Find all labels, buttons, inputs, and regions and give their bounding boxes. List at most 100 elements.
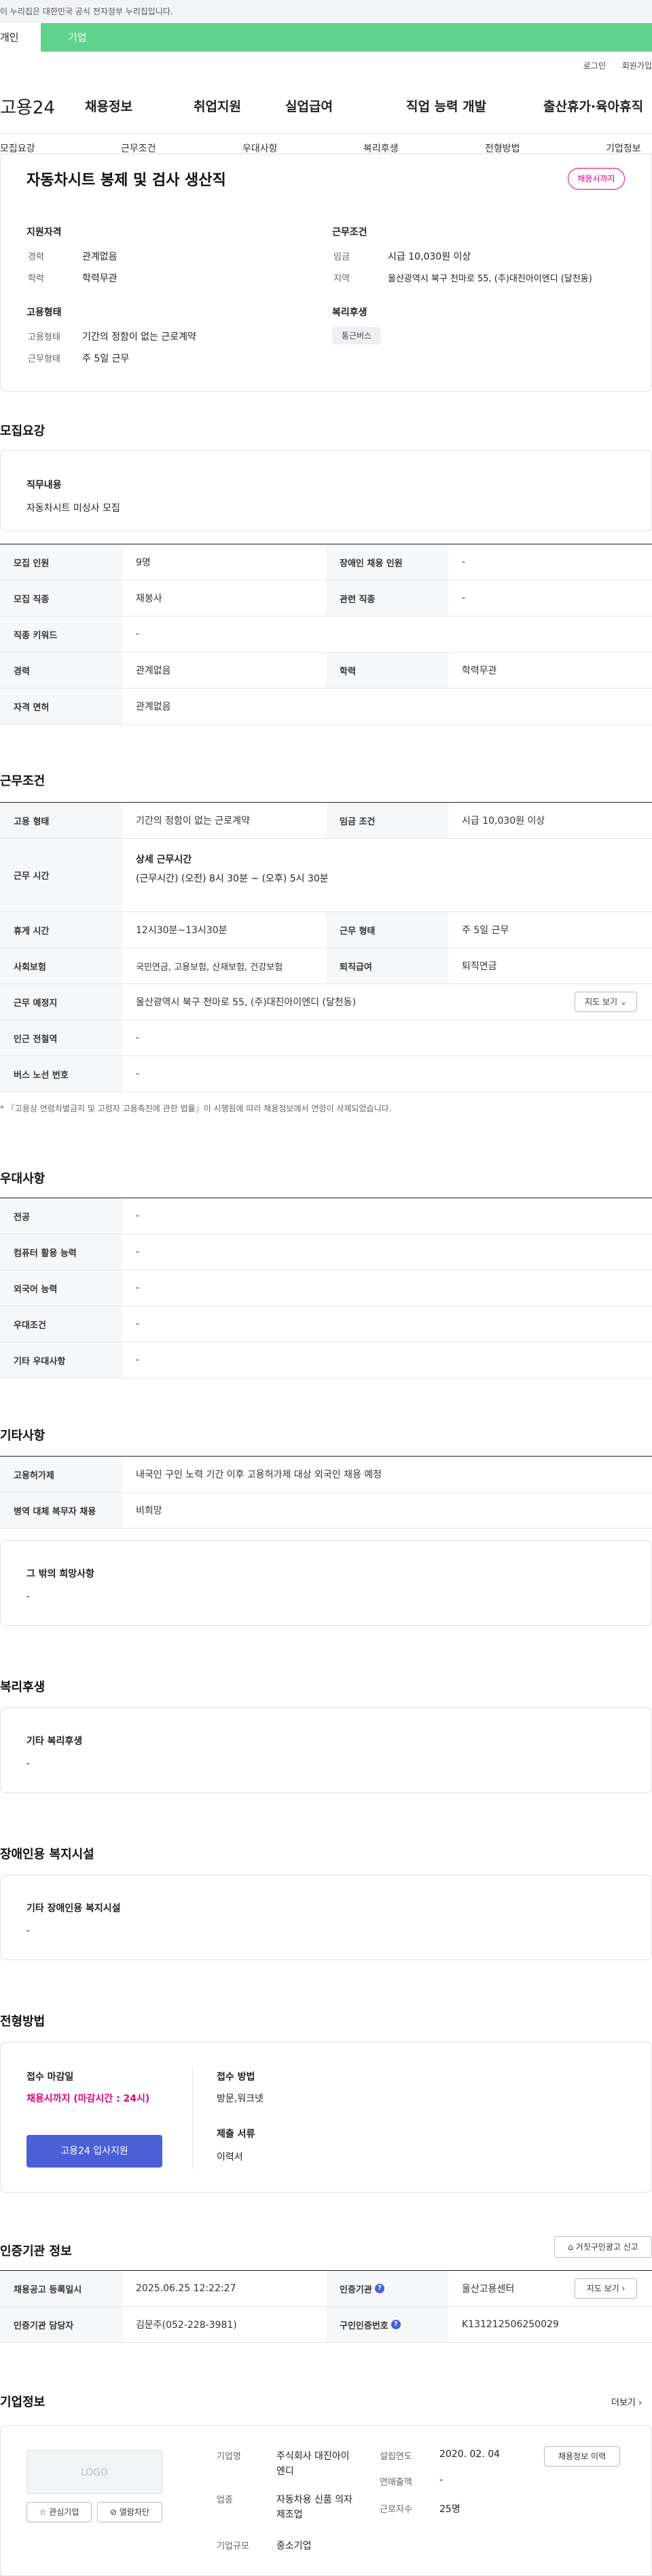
tab-company[interactable]: 기업 <box>68 23 87 52</box>
table-header: 근무 시간 <box>0 839 122 911</box>
gov-banner-text: 이 누리집은 대한민국 공식 전자정부 누리집입니다. <box>0 7 173 16</box>
nav-company[interactable]: 기업정보 <box>606 141 641 155</box>
welfare-title: 복리후생 <box>332 307 367 318</box>
table-header: 임금 조건 <box>326 803 448 838</box>
sales-value: - <box>439 2475 443 2486</box>
nav-recruit[interactable]: 모집요강 <box>0 141 35 155</box>
info-icon[interactable]: ? <box>391 2320 401 2329</box>
report-button[interactable]: ⌂ 거짓구인광고 신고 <box>554 2236 652 2258</box>
table-header: 근무 형태 <box>326 912 448 947</box>
fav-company-button[interactable]: ☆ 관심기업 <box>26 2502 92 2522</box>
table-row: 채용공고 등록일시 2025.06.25 12:22:27 인증기관? 울산고용… <box>0 2271 652 2307</box>
login-link[interactable]: 로그인 <box>583 61 606 71</box>
table-cell: - <box>136 1319 140 1329</box>
preference-table: 전공 - 컴퓨터 활용 능력 - 외국어 능력 - 우대조건 - 기타 우대사항… <box>0 1198 652 1378</box>
table-row: 경력 관계없음 학력 학력무관 <box>0 652 652 689</box>
hours-subtitle: 상세 근무시간 <box>136 854 192 865</box>
chevron-right-icon: › <box>621 2284 626 2293</box>
gnb-item-jobs[interactable]: 채용정보 <box>85 97 132 115</box>
table-header: 고용허가제 <box>0 1457 122 1492</box>
table-cell: 관계없음 <box>136 665 171 676</box>
nav-welfare[interactable]: 복리후생 <box>363 141 399 155</box>
cert-heading: 인증기관 정보 <box>0 2244 72 2259</box>
apply-button[interactable]: 고용24 입사지원 <box>26 2135 162 2168</box>
portal-tab-bar <box>0 23 652 52</box>
career-value: 관계없음 <box>82 251 117 262</box>
table-cell: 학력무관 <box>462 665 497 676</box>
table-cell: 2025.06.25 12:22:27 <box>136 2283 236 2294</box>
company-logo: LOGO <box>26 2450 162 2494</box>
gnb-item-support[interactable]: 취업지원 <box>194 97 241 115</box>
welfare-chip: 통근버스 <box>332 327 381 345</box>
gnb-item-training[interactable]: 직업 능력 개발 <box>406 97 486 115</box>
cert-table: 채용공고 등록일시 2025.06.25 12:22:27 인증기관? 울산고용… <box>0 2270 652 2343</box>
util-bar: 로그인 회원가입 <box>570 60 652 71</box>
block-label: 열람차단 <box>119 2507 150 2517</box>
info-icon[interactable]: ? <box>374 2284 384 2293</box>
table-header: 관련 직종 <box>326 580 448 616</box>
history-button[interactable]: 채용정보 이력 <box>544 2446 620 2467</box>
chevron-down-icon: ⌄ <box>619 997 627 1007</box>
fav-label: 관심기업 <box>49 2507 79 2517</box>
other-wish-title: 그 밖의 희망사항 <box>26 1569 94 1580</box>
conditions-heading: 근무조건 <box>0 774 46 788</box>
table-cell: 기간의 정함이 없는 근로계약 <box>136 816 250 826</box>
table-row: 사회보험 국민연금, 고용보험, 산재보험, 건강보험 퇴직급여 퇴직연금 <box>0 948 652 984</box>
site-logo[interactable]: 고용24 <box>0 94 55 119</box>
gov-banner: 이 누리집은 대한민국 공식 전자정부 누리집입니다. <box>0 0 652 23</box>
docs-value: 이력서 <box>217 2152 243 2163</box>
map-button[interactable]: 지도 보기 ⌄ <box>575 992 637 1012</box>
table-cell: 재봉사 <box>136 593 162 604</box>
docs-title: 제출 서류 <box>217 2129 255 2140</box>
table-header: 모집 인원 <box>0 544 122 580</box>
method-value: 방문,워크넷 <box>217 2093 264 2104</box>
cert-no-label: 구인인증번호 <box>340 2320 388 2331</box>
table-row: 모집 인원 9명 장애인 채용 인원 - <box>0 544 652 580</box>
staff-label: 근로자수 <box>380 2505 412 2515</box>
table-cell: - <box>136 1283 140 1293</box>
table-cell: - <box>136 1211 140 1221</box>
table-header: 직종 키워드 <box>0 616 122 652</box>
agency-map-button-label: 지도 보기 <box>586 2284 619 2293</box>
emp-type-label: 고용형태 <box>28 332 60 343</box>
recruit-heading: 모집요강 <box>0 424 46 438</box>
emp-type-value: 기간의 정함이 없는 근로계약 <box>82 332 196 343</box>
table-row: 자격 면허 관계없음 <box>0 689 652 725</box>
gnb-item-leave[interactable]: 출산휴가·육아휴직 <box>543 97 643 115</box>
work-type-value: 주 5일 근무 <box>82 353 130 364</box>
table-header: 병역 대체 복무자 채용 <box>0 1493 122 1528</box>
duty-title: 직무내용 <box>26 480 62 491</box>
table-cell: - <box>136 1032 140 1043</box>
map-button-label: 지도 보기 <box>585 997 618 1007</box>
agency-map-button[interactable]: 지도 보기 › <box>575 2278 637 2299</box>
company-box: LOGO ☆ 관심기업 ⊘ 열람차단 기업명 주식회사 대진아이엔디 업종 자동… <box>0 2425 652 2576</box>
signup-link[interactable]: 회원가입 <box>622 61 652 71</box>
table-header: 휴게 시간 <box>0 912 122 947</box>
table-header: 장애인 채용 인원 <box>326 544 448 580</box>
table-cell: 김문주(052-228-3981) <box>136 2320 237 2331</box>
nav-selection[interactable]: 전형방법 <box>485 141 520 155</box>
table-row: 휴게 시간 12시30분~13시30분 근무 형태 주 5일 근무 <box>0 912 652 948</box>
table-row: 근무 시간 상세 근무시간 (근무시간) (오전) 8시 30분 ~ (오후) … <box>0 839 652 912</box>
company-heading: 기업정보 <box>0 2395 46 2409</box>
gnb-item-benefit[interactable]: 실업급여 <box>285 97 333 115</box>
table-header: 고용 형태 <box>0 803 122 838</box>
welfare-box-title: 기타 복리후생 <box>26 1736 83 1747</box>
table-cell: K131212506250029 <box>462 2319 559 2330</box>
report-button-label: 거짓구인광고 신고 <box>575 2242 638 2252</box>
table-cell: 퇴직연금 <box>462 961 497 972</box>
table-header: 전공 <box>0 1198 122 1234</box>
table-row: 근무 예정지 울산광역시 북구 천마로 55, (주)대진아이엔디 (달천동) … <box>0 984 652 1020</box>
career-label: 경력 <box>28 252 44 262</box>
table-header: 자격 면허 <box>0 689 122 724</box>
block-company-button[interactable]: ⊘ 열람차단 <box>97 2502 162 2522</box>
company-more-link[interactable]: 더보기 › <box>611 2395 642 2408</box>
method-title: 접수 방법 <box>217 2072 255 2083</box>
table-cell: 주 5일 근무 <box>462 925 509 936</box>
table-header: 구인인증번호? <box>326 2307 448 2342</box>
chevron-right-icon: › <box>638 2398 642 2408</box>
tab-personal[interactable]: 개인 <box>0 23 41 52</box>
disability-box-title: 기타 장애인용 복지시설 <box>26 1903 121 1914</box>
nav-conditions[interactable]: 근무조건 <box>121 141 156 155</box>
nav-preference[interactable]: 우대사항 <box>242 141 278 155</box>
